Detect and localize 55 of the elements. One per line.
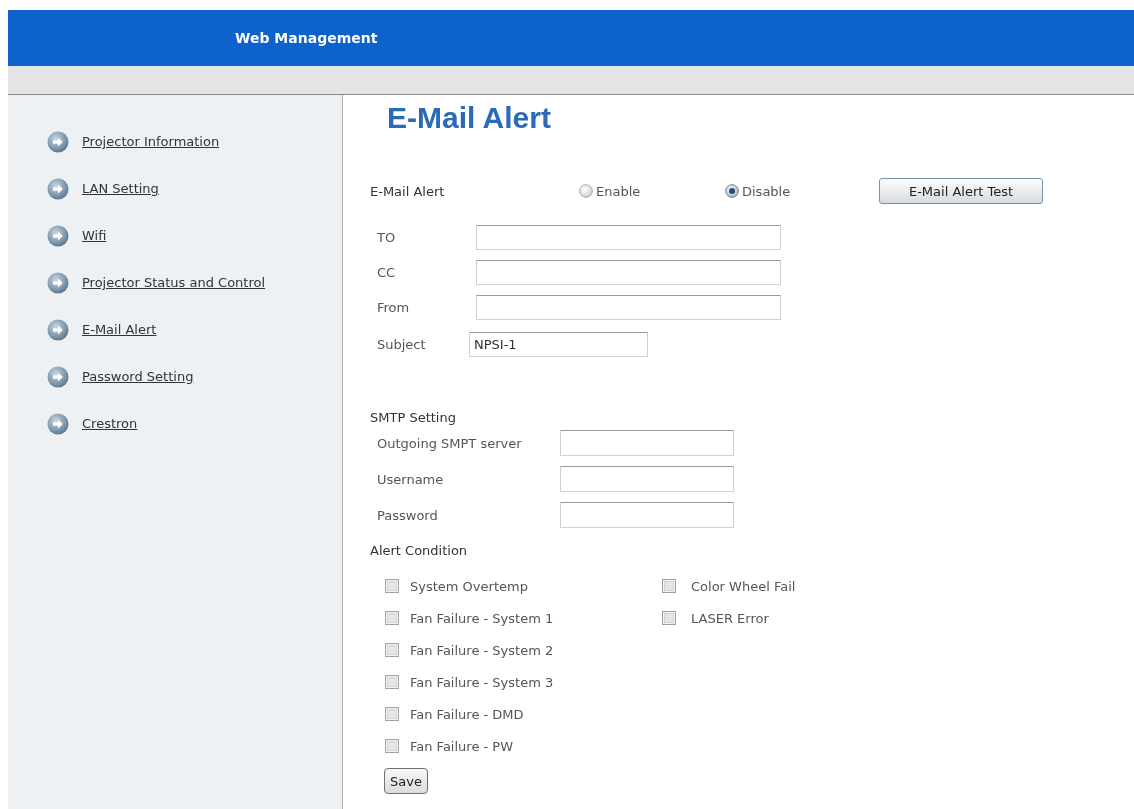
input-field[interactable]	[476, 260, 781, 285]
sidebar-link[interactable]: Projector Information	[82, 134, 220, 149]
checkbox-label: Fan Failure - PW	[410, 738, 514, 754]
arrow-circle-icon	[47, 224, 69, 247]
arrow-circle-icon	[47, 365, 69, 388]
checkbox-label: System Overtemp	[410, 578, 528, 594]
checkbox[interactable]	[662, 611, 676, 625]
section-title: Alert Condition	[370, 542, 468, 560]
checkbox-label: Fan Failure - System 2	[410, 642, 554, 658]
test-button[interactable]: E-Mail Alert Test	[879, 178, 1043, 204]
checkbox-label: Color Wheel Fail	[691, 578, 796, 594]
field-label: CC	[377, 265, 397, 280]
input-field[interactable]	[560, 466, 734, 492]
sidebar-link[interactable]: E-Mail Alert	[82, 322, 157, 337]
save-button[interactable]: Save	[384, 768, 428, 794]
field-label: Username	[377, 471, 445, 487]
field-label: From	[377, 300, 411, 315]
arrow-circle-icon	[47, 271, 69, 294]
field-label: TO	[377, 230, 397, 245]
radio-button[interactable]	[725, 184, 739, 198]
sidebar-link[interactable]: Projector Status and Control	[82, 275, 266, 290]
input-field[interactable]	[476, 295, 781, 320]
checkbox[interactable]	[662, 579, 676, 593]
field-label: Subject	[377, 337, 427, 352]
checkbox[interactable]	[385, 611, 399, 625]
checkbox-label: Fan Failure - DMD	[410, 706, 524, 722]
field-label: Outgoing SMPT server	[377, 435, 523, 451]
checkbox[interactable]	[385, 675, 399, 689]
input-field[interactable]: NPSI-1	[469, 332, 648, 357]
sidebar-link[interactable]: LAN Setting	[82, 181, 159, 196]
checkbox[interactable]	[385, 643, 399, 657]
field-label: Password	[377, 507, 439, 523]
radio-label: Disable	[742, 183, 791, 199]
input-field[interactable]	[560, 502, 734, 528]
sidebar-link[interactable]: Password Setting	[82, 369, 194, 384]
arrow-circle-icon	[47, 412, 69, 435]
arrow-circle-icon	[47, 130, 69, 153]
field-label: E-Mail Alert	[370, 183, 446, 199]
checkbox-label: Fan Failure - System 3	[410, 674, 554, 690]
checkbox[interactable]	[385, 739, 399, 753]
sidebar-link[interactable]: Crestron	[82, 416, 138, 431]
checkbox-label: Fan Failure - System 1	[410, 610, 554, 626]
arrow-circle-icon	[47, 318, 69, 341]
checkbox[interactable]	[385, 707, 399, 721]
input-field[interactable]	[476, 225, 781, 250]
sidebar-link[interactable]: Wifi	[82, 228, 107, 243]
page-title: E-Mail Alert	[387, 101, 551, 135]
section-title: SMTP Setting	[370, 409, 456, 427]
checkbox[interactable]	[385, 579, 399, 593]
input-field[interactable]	[560, 430, 734, 456]
arrow-circle-icon	[47, 177, 69, 200]
radio-label: Enable	[596, 183, 641, 199]
header-title: Web Management	[235, 30, 378, 46]
radio-button[interactable]	[579, 184, 593, 198]
checkbox-label: LASER Error	[691, 610, 769, 626]
